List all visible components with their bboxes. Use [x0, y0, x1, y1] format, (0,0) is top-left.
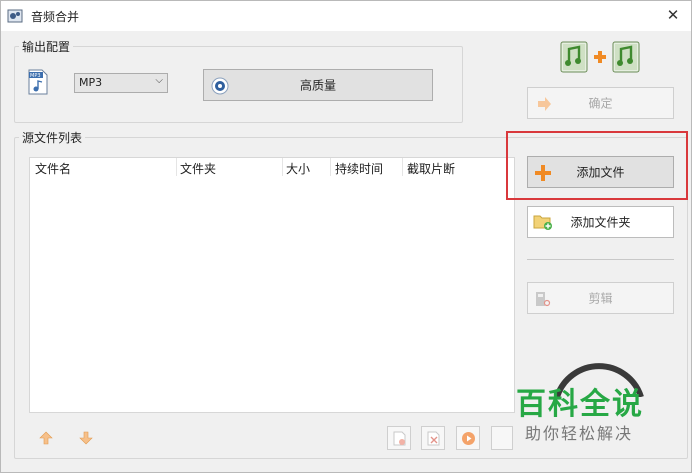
move-up-icon[interactable]: [39, 431, 53, 445]
cut-label: 剪辑: [588, 291, 613, 306]
clear-icon: [427, 431, 440, 446]
move-down-icon[interactable]: [79, 431, 93, 445]
clear-button[interactable]: [421, 426, 445, 450]
watermark-title: 百科全说: [516, 387, 644, 422]
column-header-size[interactable]: 大小: [286, 160, 310, 177]
add-folder-label: 添加文件夹: [570, 215, 631, 230]
add-folder-button[interactable]: 添加文件夹: [527, 206, 674, 238]
file-list[interactable]: [29, 176, 515, 413]
source-list-title: 源文件列表: [19, 129, 86, 146]
audio-merge-window: 音频合并 ✕ 输出配置 MP3 MP3 ⌵ 高质量 确定 源文件列表 文件名 文…: [0, 0, 692, 473]
column-header-clip[interactable]: 截取片断: [407, 160, 455, 177]
play-button[interactable]: [456, 426, 480, 450]
watermark-subtitle: 助你轻松解决: [525, 424, 634, 443]
svg-text:MP3: MP3: [30, 73, 41, 79]
close-button[interactable]: ✕: [665, 6, 681, 24]
cut-button[interactable]: 剪辑: [527, 282, 674, 314]
column-divider[interactable]: [176, 158, 177, 176]
quality-label: 高质量: [299, 78, 336, 93]
mp3-file-icon: MP3: [28, 69, 48, 95]
window-title: 音频合并: [31, 10, 80, 24]
merge-audio-icon: [560, 41, 640, 73]
format-select[interactable]: MP3 ⌵: [74, 73, 168, 93]
watermark: 百科全说 助你轻松解决: [501, 379, 691, 449]
column-header-folder[interactable]: 文件夹: [180, 160, 216, 177]
confirm-label: 确定: [588, 96, 613, 111]
output-config-title: 输出配置: [19, 38, 74, 55]
chevron-down-icon: ⌵: [155, 75, 163, 86]
play-icon: [462, 432, 475, 445]
remove-icon: [393, 431, 406, 446]
remove-button[interactable]: [387, 426, 411, 450]
column-divider[interactable]: [282, 158, 283, 176]
add-file-label: 添加文件: [576, 165, 625, 180]
quality-button[interactable]: 高质量: [203, 69, 433, 101]
file-list-header: 文件名 文件夹 大小 持续时间 截取片断: [29, 157, 515, 177]
add-file-button[interactable]: 添加文件: [527, 156, 674, 188]
divider: [527, 259, 674, 260]
column-divider[interactable]: [330, 158, 331, 176]
title-bar: 音频合并 ✕: [1, 1, 691, 31]
column-header-duration[interactable]: 持续时间: [335, 160, 383, 177]
app-icon: [7, 9, 23, 23]
column-header-filename[interactable]: 文件名: [35, 160, 71, 177]
format-select-value: MP3: [79, 76, 103, 89]
confirm-button[interactable]: 确定: [527, 87, 674, 119]
column-divider[interactable]: [402, 158, 403, 176]
